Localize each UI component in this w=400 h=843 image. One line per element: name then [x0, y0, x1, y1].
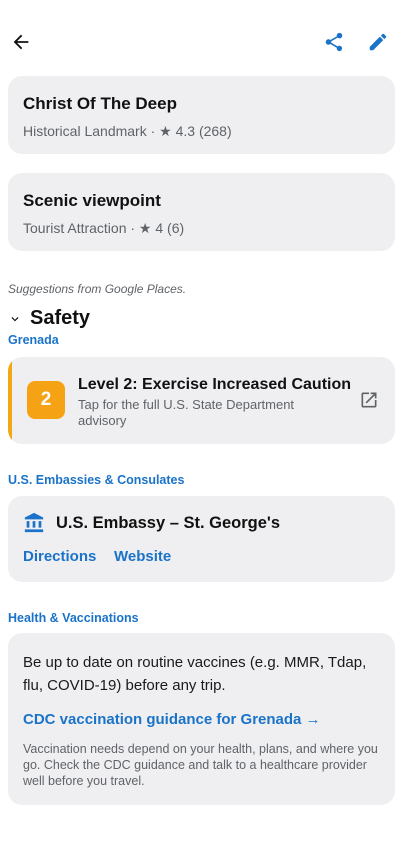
place-name: Christ Of The Deep [23, 94, 177, 113]
travel-advisory-card[interactable]: 2 Level 2: Exercise Increased Caution Ta… [8, 357, 395, 444]
chevron-down-icon [8, 312, 22, 326]
arrow-left-icon [13, 34, 29, 50]
pencil-icon [369, 33, 387, 51]
safety-section-toggle[interactable]: Safety [8, 307, 90, 330]
safety-title: Safety [30, 307, 91, 329]
place-subtitle: Tourist Attraction · ★ 4 (6) [23, 220, 185, 236]
share-icon [325, 32, 343, 52]
advisory-stripe [8, 357, 12, 444]
vaccination-note: Vaccination needs depend on your health,… [23, 742, 378, 788]
suggestions-note: Suggestions from Google Places. [8, 282, 187, 296]
embassy-card: U.S. Embassy – St. George's Directions W… [8, 496, 395, 582]
advisory-subtitle: Tap for the full U.S. State Department a… [78, 397, 295, 428]
place-subtitle: Historical Landmark · ★ 4.3 (268) [23, 123, 232, 139]
cdc-guidance-link[interactable]: CDC vaccination guidance for Grenada → [23, 711, 380, 728]
place-name: Scenic viewpoint [23, 191, 161, 210]
back-button[interactable] [3, 24, 39, 60]
place-card[interactable]: Christ Of The Deep Historical Landmark ·… [8, 76, 395, 154]
directions-link[interactable]: Directions [23, 548, 96, 565]
country-label: Grenada [8, 333, 59, 347]
place-card[interactable]: Scenic viewpoint Tourist Attraction · ★ … [8, 173, 395, 251]
edit-button[interactable] [360, 24, 396, 60]
open-external-icon[interactable] [358, 389, 380, 411]
top-bar [0, 0, 400, 84]
embassies-section-label: U.S. Embassies & Consulates [8, 473, 185, 487]
vaccine-recommendation: Be up to date on routine vaccines (e.g. … [23, 654, 367, 694]
advisory-title: Level 2: Exercise Increased Caution [78, 376, 352, 393]
embassy-name: U.S. Embassy – St. George's [56, 514, 281, 532]
bank-building-icon [24, 512, 44, 533]
health-card: Be up to date on routine vaccines (e.g. … [8, 633, 395, 805]
advisory-level-badge: 2 [27, 381, 65, 419]
share-button[interactable] [316, 24, 352, 60]
health-section-label: Health & Vaccinations [8, 611, 139, 625]
website-link[interactable]: Website [114, 548, 171, 565]
